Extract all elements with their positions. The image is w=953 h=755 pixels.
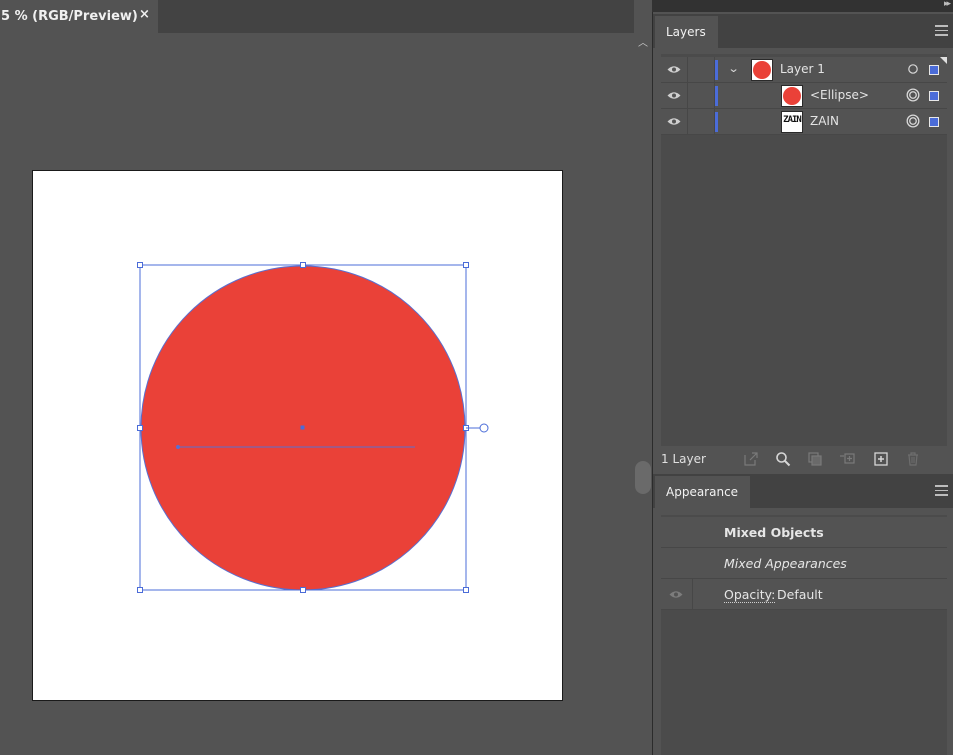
eye-icon bbox=[669, 591, 683, 598]
layer-row-zain[interactable]: ZAIN ZAIN bbox=[661, 109, 947, 135]
appearance-title: Mixed Objects bbox=[724, 525, 824, 540]
artwork-layer[interactable] bbox=[0, 0, 634, 755]
target-circle-icon[interactable] bbox=[907, 63, 919, 75]
handle-top-center[interactable] bbox=[300, 262, 306, 268]
tab-appearance-label: Appearance bbox=[666, 485, 739, 499]
lock-toggle[interactable] bbox=[688, 83, 715, 109]
tab-layers[interactable]: Layers bbox=[655, 16, 718, 48]
lock-toggle[interactable] bbox=[688, 57, 715, 83]
visibility-toggle[interactable] bbox=[661, 109, 688, 135]
eye-icon bbox=[667, 92, 681, 99]
panel-menu-icon[interactable] bbox=[935, 25, 948, 36]
object-thumbnail: ZAIN bbox=[781, 111, 803, 133]
layers-panel-footer: 1 Layer bbox=[653, 446, 953, 474]
visibility-toggle[interactable] bbox=[661, 83, 688, 109]
eye-icon bbox=[667, 118, 681, 125]
scrollbar-thumb[interactable] bbox=[635, 461, 651, 494]
layer-count: 1 Layer bbox=[661, 452, 706, 466]
appearance-list: Mixed Objects Mixed Appearances Opacity:… bbox=[661, 515, 947, 755]
handle-bottom-left[interactable] bbox=[137, 587, 143, 593]
layers-list: ⌄ Layer 1 <Ellipse> ZAIN ZAIN bbox=[661, 54, 947, 446]
handle-top-right[interactable] bbox=[463, 262, 469, 268]
layer-thumbnail bbox=[751, 59, 773, 81]
appearance-row-opacity[interactable]: Opacity: Default bbox=[661, 579, 947, 610]
panel-dock: Layers ⌄ Layer 1 <Ellipse> ZAIN ZAIN 1 L… bbox=[652, 12, 953, 755]
layer-row-layer-1[interactable]: ⌄ Layer 1 bbox=[661, 57, 947, 83]
panel-menu-icon[interactable] bbox=[935, 485, 948, 496]
chevron-down-icon[interactable]: ⌄ bbox=[728, 62, 740, 75]
opacity-value[interactable]: Default bbox=[777, 587, 823, 602]
trash-icon[interactable] bbox=[905, 451, 921, 467]
selection-indicator[interactable] bbox=[929, 65, 939, 75]
center-point bbox=[300, 425, 305, 430]
object-name[interactable]: ZAIN bbox=[810, 114, 839, 128]
target-appearance-icon[interactable] bbox=[906, 114, 920, 128]
appearance-row-objects[interactable]: Mixed Objects bbox=[661, 517, 947, 548]
thumbnail-text: ZAIN bbox=[783, 115, 802, 125]
object-name[interactable]: <Ellipse> bbox=[810, 88, 869, 102]
text-anchor-point bbox=[176, 445, 180, 449]
appearance-panel-header: Appearance bbox=[653, 474, 953, 508]
handle-bottom-center[interactable] bbox=[300, 587, 306, 593]
current-layer-indicator bbox=[940, 57, 947, 64]
pie-widget-handle[interactable] bbox=[479, 423, 489, 433]
appearance-row-mixed[interactable]: Mixed Appearances bbox=[661, 548, 947, 579]
chevron-up-icon[interactable]: ︿ bbox=[634, 37, 652, 51]
opacity-label[interactable]: Opacity: bbox=[724, 587, 776, 603]
appearance-mixed-label: Mixed Appearances bbox=[724, 556, 847, 571]
export-icon[interactable] bbox=[743, 451, 759, 467]
visibility-toggle[interactable] bbox=[661, 57, 688, 83]
clipping-mask-icon[interactable] bbox=[807, 451, 823, 467]
layer-color-bar bbox=[715, 112, 718, 132]
selection-indicator[interactable] bbox=[929, 91, 939, 101]
target-appearance-icon[interactable] bbox=[906, 88, 920, 102]
handle-top-left[interactable] bbox=[137, 262, 143, 268]
sublayer-icon[interactable] bbox=[839, 451, 855, 467]
collapse-panels-icon[interactable]: ▸▸ bbox=[944, 0, 951, 9]
layer-color-bar bbox=[715, 86, 718, 106]
document-area: 5 % (RGB/Preview) × bbox=[0, 0, 634, 755]
layers-panel-header: Layers bbox=[653, 14, 953, 48]
object-thumbnail bbox=[781, 85, 803, 107]
tab-appearance[interactable]: Appearance bbox=[655, 476, 751, 508]
lock-toggle[interactable] bbox=[688, 109, 715, 135]
layer-color-bar bbox=[715, 60, 718, 80]
tab-layers-label: Layers bbox=[666, 25, 706, 39]
vertical-scrollbar[interactable]: ︿ bbox=[634, 33, 652, 755]
layer-row-ellipse[interactable]: <Ellipse> bbox=[661, 83, 947, 109]
handle-middle-left[interactable] bbox=[137, 425, 143, 431]
new-layer-icon[interactable] bbox=[873, 451, 889, 467]
layer-name[interactable]: Layer 1 bbox=[780, 62, 825, 76]
selection-indicator[interactable] bbox=[929, 117, 939, 127]
visibility-toggle[interactable] bbox=[661, 579, 693, 610]
handle-bottom-right[interactable] bbox=[463, 587, 469, 593]
panel-dock-strip: ▸▸ bbox=[652, 0, 953, 12]
search-icon[interactable] bbox=[775, 451, 791, 467]
eye-icon bbox=[667, 66, 681, 73]
